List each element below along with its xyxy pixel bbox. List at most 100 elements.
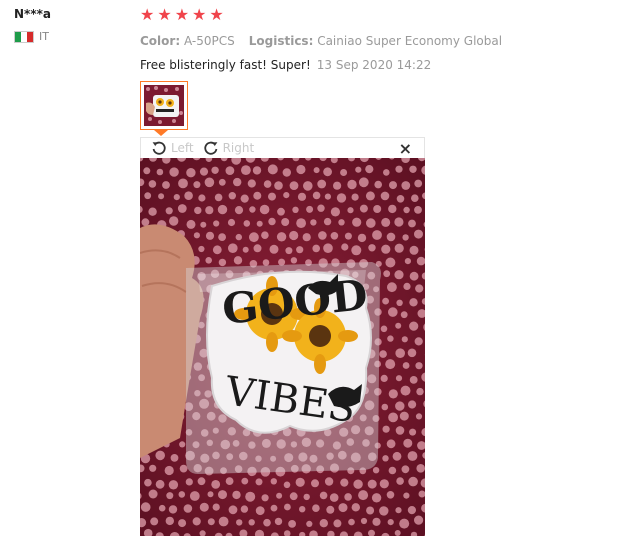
fabric-dot (415, 362, 423, 370)
fabric-dot (355, 166, 362, 173)
rotate-left-button[interactable]: Left (151, 140, 194, 156)
fabric-dot (296, 164, 306, 175)
fabric-dot (317, 179, 327, 189)
fabric-dot (399, 518, 410, 529)
fabric-dot (225, 166, 235, 175)
fabric-dot (389, 181, 397, 190)
reviewer-name: N***a (14, 7, 51, 21)
fabric-dot (379, 479, 389, 489)
fabric-dot (169, 167, 179, 177)
fabric-dot (193, 181, 201, 189)
rotate-right-button[interactable]: Right (203, 140, 254, 156)
fabric-dot (158, 504, 166, 512)
fabric-dot (395, 507, 402, 514)
fabric-dot (303, 493, 310, 501)
fabric-dot (268, 192, 276, 201)
fabric-dot (218, 258, 227, 267)
fabric-dot (193, 232, 200, 239)
fabric-dot (277, 207, 285, 216)
fabric-dot (324, 477, 334, 486)
fabric-dot (276, 492, 283, 499)
fabric-dot (218, 516, 229, 527)
fabric-dot (394, 243, 404, 253)
fabric-dot (249, 206, 256, 213)
fabric-dot (199, 167, 209, 176)
fabric-dot (380, 325, 388, 333)
fabric-dot (379, 506, 389, 516)
fabric-dot (368, 244, 376, 252)
fabric-dot (228, 192, 236, 200)
fabric-dot (360, 517, 368, 525)
fabric-dot (338, 219, 345, 226)
fabric-dot (178, 519, 187, 528)
country-code: IT (39, 30, 49, 43)
fabric-dot (269, 244, 279, 254)
fabric-dot (330, 232, 339, 240)
fabric-dot (395, 426, 405, 435)
fabric-dot (311, 479, 319, 488)
fabric-dot (359, 204, 368, 213)
rotate-right-icon (203, 141, 217, 155)
fabric-dot (386, 491, 395, 499)
fabric-dot (148, 207, 157, 216)
fabric-dot (383, 169, 390, 176)
fabric-dot (247, 179, 256, 188)
fabric-dot (186, 168, 196, 178)
fabric-dot (169, 216, 179, 226)
fabric-dot (204, 177, 215, 188)
fabric-dot (388, 466, 397, 475)
fabric-dot (416, 256, 425, 266)
order-info: Color: A-50PCS Logistics: Cainiao Super … (140, 33, 640, 49)
fabric-dot (338, 503, 348, 513)
fabric-dot (407, 348, 417, 358)
reviewer-info: N***a IT (14, 6, 134, 43)
fabric-dot (156, 168, 164, 176)
fabric-dot (324, 193, 331, 200)
fabric-dot (371, 493, 382, 503)
fabric-dot (414, 337, 423, 346)
fabric-dot (365, 165, 374, 174)
fabric-dot (218, 490, 227, 500)
fabric-dot (366, 506, 375, 515)
fabric-dot (228, 505, 238, 515)
fabric-dot (347, 207, 354, 214)
fabric-dot (401, 181, 411, 190)
fabric-dot (166, 492, 174, 500)
fabric-dot (348, 518, 355, 526)
fabric-dot (252, 166, 262, 175)
fabric-dot (351, 503, 360, 512)
fabric-dot (330, 207, 340, 217)
fabric-dot (186, 219, 196, 229)
fabric-dot (312, 191, 321, 200)
fabric-dot (197, 477, 206, 486)
rating-stars: ★ ★ ★ ★ ★ (140, 6, 640, 24)
fabric-dot (243, 220, 251, 227)
review-photo-image: GOOD VIBES (140, 158, 425, 536)
fabric-dot (306, 205, 314, 213)
rotate-left-icon (152, 141, 166, 155)
fabric-dot (317, 204, 325, 212)
fabric-dot (283, 192, 290, 199)
photo-thumbnail[interactable] (140, 81, 188, 130)
fabric-dot (184, 191, 193, 200)
star-icon: ★ (192, 5, 207, 24)
fabric-dot (233, 256, 243, 265)
fabric-dot (381, 403, 389, 411)
fabric-dot (386, 439, 396, 449)
fabric-dot (259, 204, 270, 215)
close-viewer-button[interactable]: × (399, 139, 412, 158)
fabric-dot (409, 245, 419, 255)
fabric-dot (289, 492, 298, 501)
fabric-dot (414, 229, 423, 239)
fabric-dot (379, 350, 387, 358)
fabric-dot (306, 520, 313, 527)
fabric-dot (358, 177, 369, 188)
fabric-dot (323, 167, 332, 177)
fabric-dot (404, 258, 411, 265)
fabric-dot (225, 477, 234, 485)
fabric-dot (385, 359, 396, 370)
fabric-dot (386, 232, 396, 242)
fabric-dot (400, 311, 408, 319)
fabric-dot (228, 243, 238, 253)
fabric-dot (212, 503, 220, 511)
